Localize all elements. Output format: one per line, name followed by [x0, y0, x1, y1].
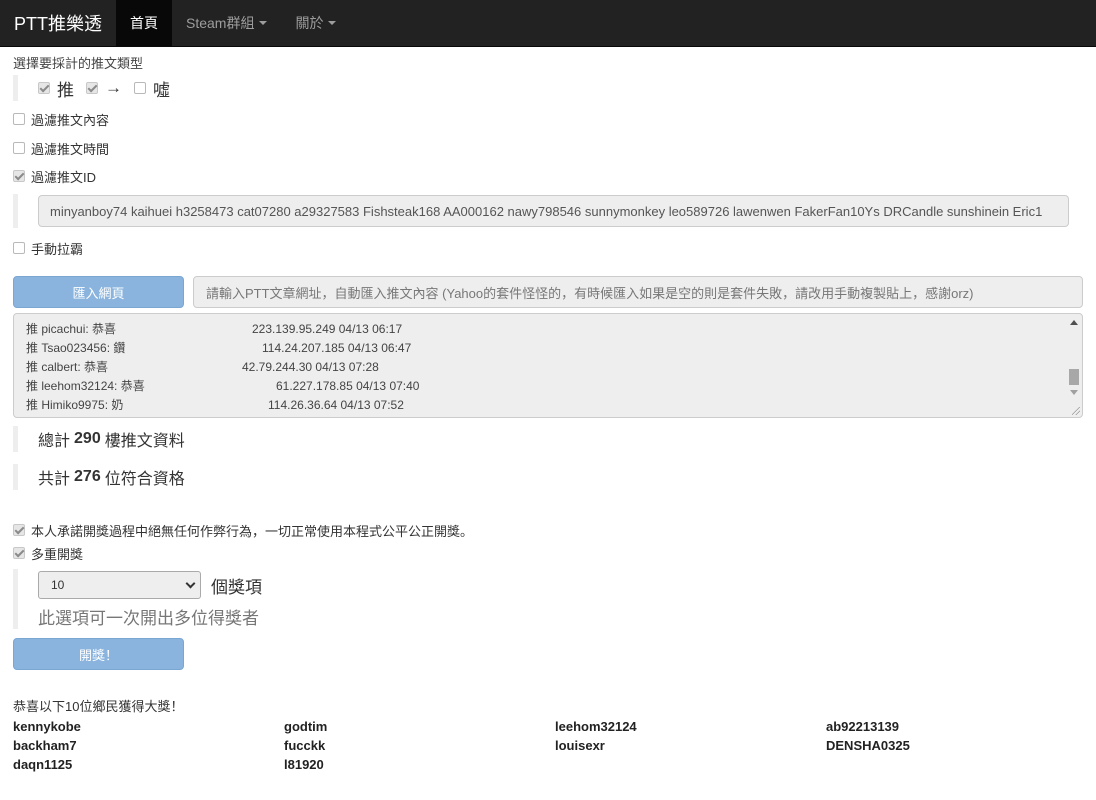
push-line: 推 Himiko9975: 奶 114.26.36.64 04/13 07:52: [26, 396, 1070, 415]
eligible-suffix: 位符合資格: [104, 471, 185, 488]
filter-content-label: 過濾推文內容: [31, 112, 110, 128]
nav-steam-group[interactable]: Steam群組: [172, 0, 281, 46]
nav-steam-label: Steam群組: [186, 15, 255, 31]
push-type-label-boo: 噓: [153, 80, 170, 100]
caret-down-icon: [259, 21, 268, 25]
scroll-down-icon[interactable]: [1070, 390, 1078, 395]
eligible-prefix: 共計: [38, 471, 71, 488]
main-content: 選擇要採計的推文類型 推 → 噓 過濾推文內容 過濾推文時間 過濾推文ID mi…: [0, 47, 1096, 774]
manual-slot-label: 手動拉霸: [31, 241, 84, 257]
total-stat: 總計 290 樓推文資料: [13, 426, 1083, 452]
nav-home-label: 首頁: [130, 15, 158, 31]
filter-id-checkbox[interactable]: [13, 170, 25, 182]
result-title: 恭喜以下10位鄉民獲得大獎！: [13, 699, 184, 714]
brand-logo[interactable]: PTT推樂透: [0, 0, 116, 46]
pledge-label: 本人承諾開獎過程中絕無任何作弊行為，一切正常使用本程式公平公正開獎。: [31, 523, 474, 539]
winner-name: kennykobe: [13, 719, 81, 734]
chevron-down-icon: [185, 578, 196, 588]
winner-name: ab92213139: [826, 719, 900, 734]
filter-time-checkbox[interactable]: [13, 142, 25, 154]
winner-name: l81920: [284, 757, 324, 772]
prize-unit-label: 個獎項: [211, 577, 262, 597]
multi-draw-label: 多重開獎: [31, 546, 84, 562]
winner-name: DENSHA0325: [826, 738, 910, 753]
navbar: PTT推樂透 首頁 Steam群組 關於: [0, 0, 1096, 47]
filter-id-label: 過濾推文ID: [31, 169, 97, 185]
prize-count-select[interactable]: 10: [38, 571, 201, 599]
push-type-checkbox-arrow[interactable]: [86, 82, 98, 94]
push-line-meta: 61.227.178.85 04/13 07:40: [276, 379, 420, 393]
winner-name: leehom32124: [555, 719, 637, 734]
winners-list: kennykobe godtim leehom32124 ab92213139 back…: [13, 717, 1083, 774]
push-line-text: 推 calbert: 恭喜: [26, 360, 109, 374]
filter-id-input[interactable]: minyanboy74 kaihuei h3258473 cat07280 a2…: [38, 195, 1069, 227]
push-line-meta: 223.139.95.249 04/13 06:17: [252, 322, 403, 336]
winner-name: godtim: [284, 719, 328, 734]
textarea-scrollbar[interactable]: [1066, 314, 1082, 417]
push-type-label-push: 推: [57, 80, 74, 100]
eligible-count: 276: [74, 468, 101, 485]
push-line: 推 Tsao023456: 鑽 114.24.207.185 04/13 06:4…: [26, 339, 1070, 358]
prize-count-value: 10: [51, 578, 65, 592]
caret-down-icon: [328, 21, 337, 25]
push-line-text: 推 Himiko9975: 奶: [26, 398, 124, 412]
total-prefix: 總計: [38, 433, 71, 450]
multi-draw-checkbox[interactable]: [13, 547, 25, 559]
eligible-stat: 共計 276 位符合資格: [13, 464, 1083, 490]
push-lines: 推 picachui: 恭喜 223.139.95.249 04/13 06:17…: [26, 320, 1070, 415]
multi-draw-hint: 此選項可一次開出多位得獎者: [38, 609, 259, 628]
push-type-group: 推 → 噓: [13, 75, 1083, 101]
total-suffix: 樓推文資料: [104, 433, 185, 450]
push-type-label-arrow: →: [105, 78, 122, 97]
push-line: 推 picachui: 恭喜 223.139.95.249 04/13 06:17: [26, 320, 1070, 339]
push-line-text: 推 Tsao023456: 鑽: [26, 341, 126, 355]
pledge-checkbox[interactable]: [13, 524, 25, 536]
url-input[interactable]: 請輸入PTT文章網址，自動匯入推文內容 (Yahoo的套件怪怪的，有時候匯入如果…: [193, 276, 1083, 308]
manual-slot-checkbox[interactable]: [13, 242, 25, 254]
scrollbar-thumb[interactable]: [1069, 369, 1079, 385]
multi-draw-block: 10 個獎項 此選項可一次開出多位得獎者: [13, 569, 1083, 629]
nav-home[interactable]: 首頁: [116, 0, 172, 46]
nav-about-label: 關於: [295, 15, 324, 31]
push-line: 推 calbert: 恭喜 42.79.244.30 04/13 07:28: [26, 358, 1070, 377]
total-count: 290: [74, 430, 101, 447]
filter-time-label: 過濾推文時間: [31, 141, 110, 157]
winner-name: backham7: [13, 738, 77, 753]
push-line-meta: 42.79.244.30 04/13 07:28: [242, 360, 379, 374]
winner-name: fucckk: [284, 738, 326, 753]
filter-id-block: minyanboy74 kaihuei h3258473 cat07280 a2…: [13, 194, 1083, 228]
import-button[interactable]: 匯入網頁: [13, 276, 184, 308]
push-line-text: 推 picachui: 恭喜: [26, 322, 117, 336]
push-line-text: 推 leehom32124: 恭喜: [26, 379, 145, 393]
push-content-textarea[interactable]: 推 picachui: 恭喜 223.139.95.249 04/13 06:17…: [13, 313, 1083, 418]
resize-handle-icon[interactable]: [1072, 407, 1080, 415]
scroll-up-icon[interactable]: [1070, 320, 1078, 325]
winner-name: louisexr: [555, 738, 605, 753]
nav-about[interactable]: 關於: [281, 0, 350, 46]
push-type-checkbox-boo[interactable]: [134, 82, 146, 94]
push-type-checkbox-push[interactable]: [38, 82, 50, 94]
winner-name: daqn1125: [13, 757, 73, 772]
draw-button[interactable]: 開獎！: [13, 638, 184, 670]
push-line-meta: 114.26.36.64 04/13 07:52: [268, 398, 404, 412]
push-type-label: 選擇要採計的推文類型: [13, 55, 144, 71]
push-line-meta: 114.24.207.185 04/13 06:47: [262, 341, 412, 355]
push-line: 推 leehom32124: 恭喜 61.227.178.85 04/13 07:…: [26, 377, 1070, 396]
filter-content-checkbox[interactable]: [13, 113, 25, 125]
